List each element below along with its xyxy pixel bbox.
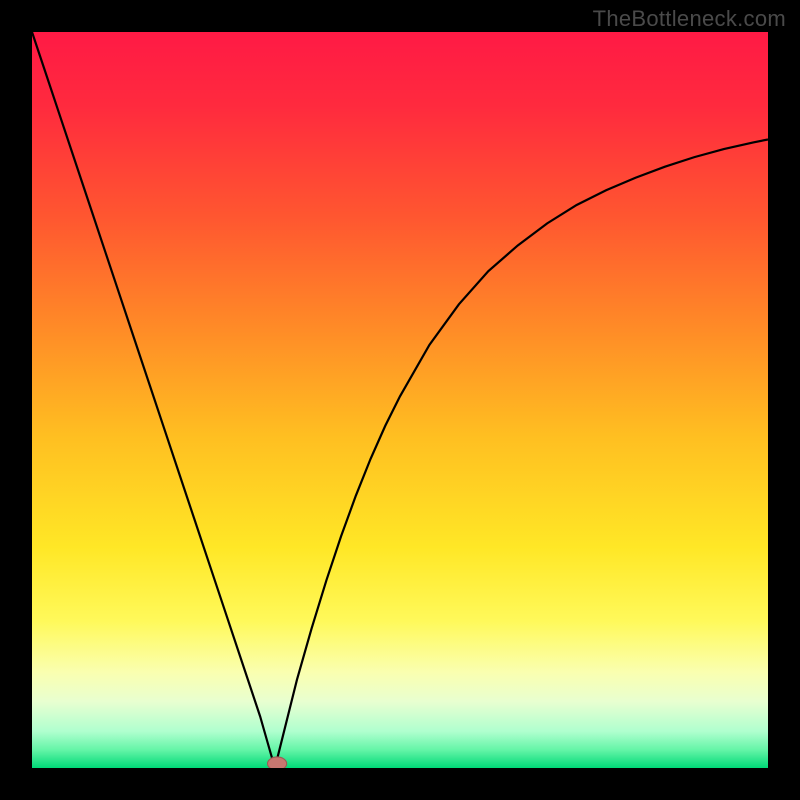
plot-area [32, 32, 768, 768]
chart-frame: TheBottleneck.com [0, 0, 800, 800]
bottleneck-curve [32, 32, 768, 768]
minimum-marker [268, 757, 287, 768]
watermark-text: TheBottleneck.com [593, 6, 786, 32]
